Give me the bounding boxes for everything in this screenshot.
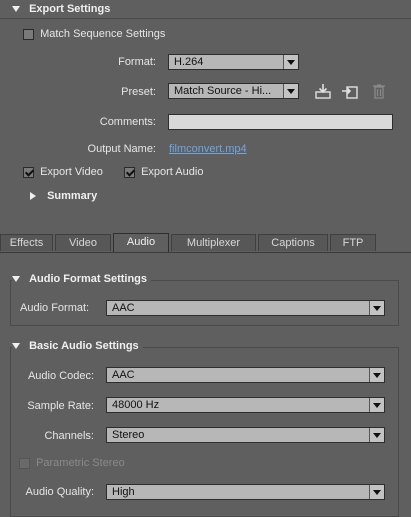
parametric-stereo-checkbox[interactable] [19, 457, 30, 469]
channels-label: Channels: [44, 430, 94, 442]
import-preset-icon[interactable] [341, 82, 359, 100]
export-video-label: Export Video [40, 166, 103, 178]
audio-format-header[interactable]: Audio Format Settings [12, 273, 152, 285]
tab-video[interactable]: Video [55, 234, 111, 251]
match-sequence-label: Match Sequence Settings [40, 28, 166, 40]
comments-label: Comments: [99, 116, 156, 128]
sample-rate-dropdown[interactable]: 48000 Hz [106, 397, 385, 413]
match-sequence-row[interactable]: Match Sequence Settings [23, 28, 165, 40]
output-name-label: Output Name: [87, 143, 156, 155]
audio-format-title: Audio Format Settings [29, 273, 148, 285]
format-value: H.264 [174, 56, 204, 68]
audio-quality-dropdown[interactable]: High [106, 484, 385, 500]
summary-label: Summary [47, 190, 98, 202]
tab-bar: Effects Video Audio Multiplexer Captions… [0, 233, 411, 253]
audio-quality-value: High [112, 486, 135, 498]
chevron-down-icon [283, 55, 298, 69]
chevron-down-icon [369, 398, 384, 412]
sample-rate-value: 48000 Hz [112, 399, 160, 411]
format-dropdown[interactable]: H.264 [168, 54, 299, 70]
parametric-stereo-label: Parametric Stereo [36, 457, 125, 469]
audio-format-label: Audio Format: [20, 302, 90, 314]
export-audio-label: Export Audio [141, 166, 204, 178]
chevron-down-icon [369, 301, 384, 315]
audio-codec-label: Audio Codec: [27, 370, 94, 382]
basic-audio-title: Basic Audio Settings [29, 340, 139, 352]
export-video-row[interactable]: Export Video [23, 166, 103, 178]
comments-value [169, 115, 173, 127]
comments-field[interactable] [168, 114, 393, 130]
preset-dropdown[interactable]: Match Source - Hi... [168, 83, 299, 99]
expand-triangle-icon[interactable] [30, 192, 36, 201]
audio-format-value: AAC [112, 302, 135, 314]
sample-rate-label: Sample Rate: [27, 400, 94, 412]
collapse-triangle-icon[interactable] [12, 6, 20, 13]
export-settings-header[interactable]: Export Settings [12, 3, 110, 15]
audio-codec-value: AAC [112, 369, 135, 381]
export-audio-checkbox[interactable] [124, 166, 135, 178]
tab-effects[interactable]: Effects [0, 234, 53, 251]
collapse-triangle-icon[interactable] [12, 276, 20, 283]
chevron-down-icon [369, 368, 384, 382]
tab-audio[interactable]: Audio [113, 233, 169, 252]
preset-label: Preset: [121, 86, 156, 98]
format-label: Format: [118, 56, 156, 68]
tab-multiplexer[interactable]: Multiplexer [171, 234, 256, 251]
audio-quality-label: Audio Quality: [25, 486, 94, 498]
tab-captions[interactable]: Captions [258, 234, 328, 251]
divider [0, 18, 411, 19]
preset-value: Match Source - Hi... [174, 85, 272, 97]
audio-codec-dropdown[interactable]: AAC [106, 367, 385, 383]
delete-preset-icon[interactable] [370, 82, 388, 100]
match-sequence-checkbox[interactable] [23, 28, 34, 40]
channels-value: Stereo [112, 429, 145, 441]
basic-audio-header[interactable]: Basic Audio Settings [12, 340, 143, 352]
summary-header[interactable]: Summary [30, 190, 97, 202]
chevron-down-icon [283, 84, 298, 98]
save-preset-icon[interactable] [314, 82, 332, 100]
export-settings-title: Export Settings [29, 3, 111, 15]
tab-ftp[interactable]: FTP [330, 234, 376, 251]
chevron-down-icon [369, 485, 384, 499]
output-name-link[interactable]: filmconvert.mp4 [169, 143, 247, 155]
parametric-stereo-row[interactable]: Parametric Stereo [19, 457, 125, 469]
export-audio-row[interactable]: Export Audio [124, 166, 203, 178]
export-video-checkbox[interactable] [23, 166, 34, 178]
chevron-down-icon [369, 428, 384, 442]
channels-dropdown[interactable]: Stereo [106, 427, 385, 443]
audio-format-dropdown[interactable]: AAC [106, 300, 385, 316]
collapse-triangle-icon[interactable] [12, 343, 20, 350]
